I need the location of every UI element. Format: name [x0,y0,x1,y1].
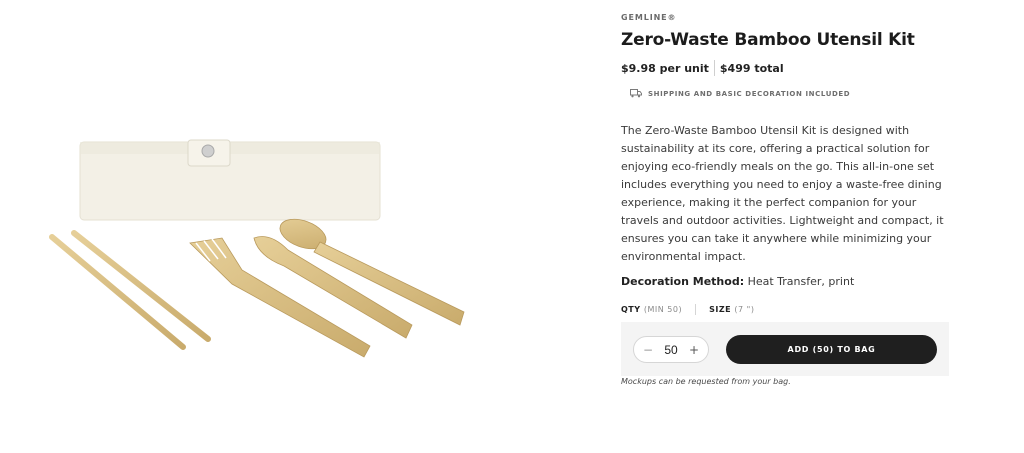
size-label: SIZE [709,305,732,314]
size-value: (7 ") [734,305,755,314]
decoration-method-value: Heat Transfer, print [747,275,855,288]
price-row: $9.98 per unit $499 total [621,60,784,76]
brand-name[interactable]: GEMLINE® [621,13,676,22]
decoration-method-label: Decoration Method: [621,275,745,288]
options-row: QTY (MIN 50) SIZE (7 ") [621,304,754,315]
price-divider [713,60,715,76]
shipping-text: SHIPPING AND BASIC DECORATION INCLUDED [648,89,851,98]
increment-button[interactable]: + [688,343,700,357]
quantity-stepper[interactable]: − 50 + [633,336,709,363]
add-to-bag-button[interactable]: ADD (50) TO BAG [726,335,937,364]
price-per-unit: $9.98 per unit [621,61,709,75]
pouch [79,139,381,221]
product-image [40,120,480,370]
options-divider [695,304,697,315]
product-title: Zero-Waste Bamboo Utensil Kit [621,30,915,50]
price-total: $499 total [719,61,784,75]
truck-icon [630,89,642,98]
quantity-value[interactable]: 50 [664,343,677,357]
decoration-method: Decoration Method: Heat Transfer, print [621,275,854,288]
qty-label: QTY [621,305,641,314]
decrement-button[interactable]: − [642,343,654,357]
add-to-bag-panel: − 50 + ADD (50) TO BAG [621,322,949,376]
product-description: The Zero-Waste Bamboo Utensil Kit is des… [621,124,944,263]
shipping-note: SHIPPING AND BASIC DECORATION INCLUDED [630,89,850,98]
mockups-note: Mockups can be requested from your bag. [621,377,791,386]
chopsticks [49,230,211,350]
qty-min: (MIN 50) [643,305,683,314]
